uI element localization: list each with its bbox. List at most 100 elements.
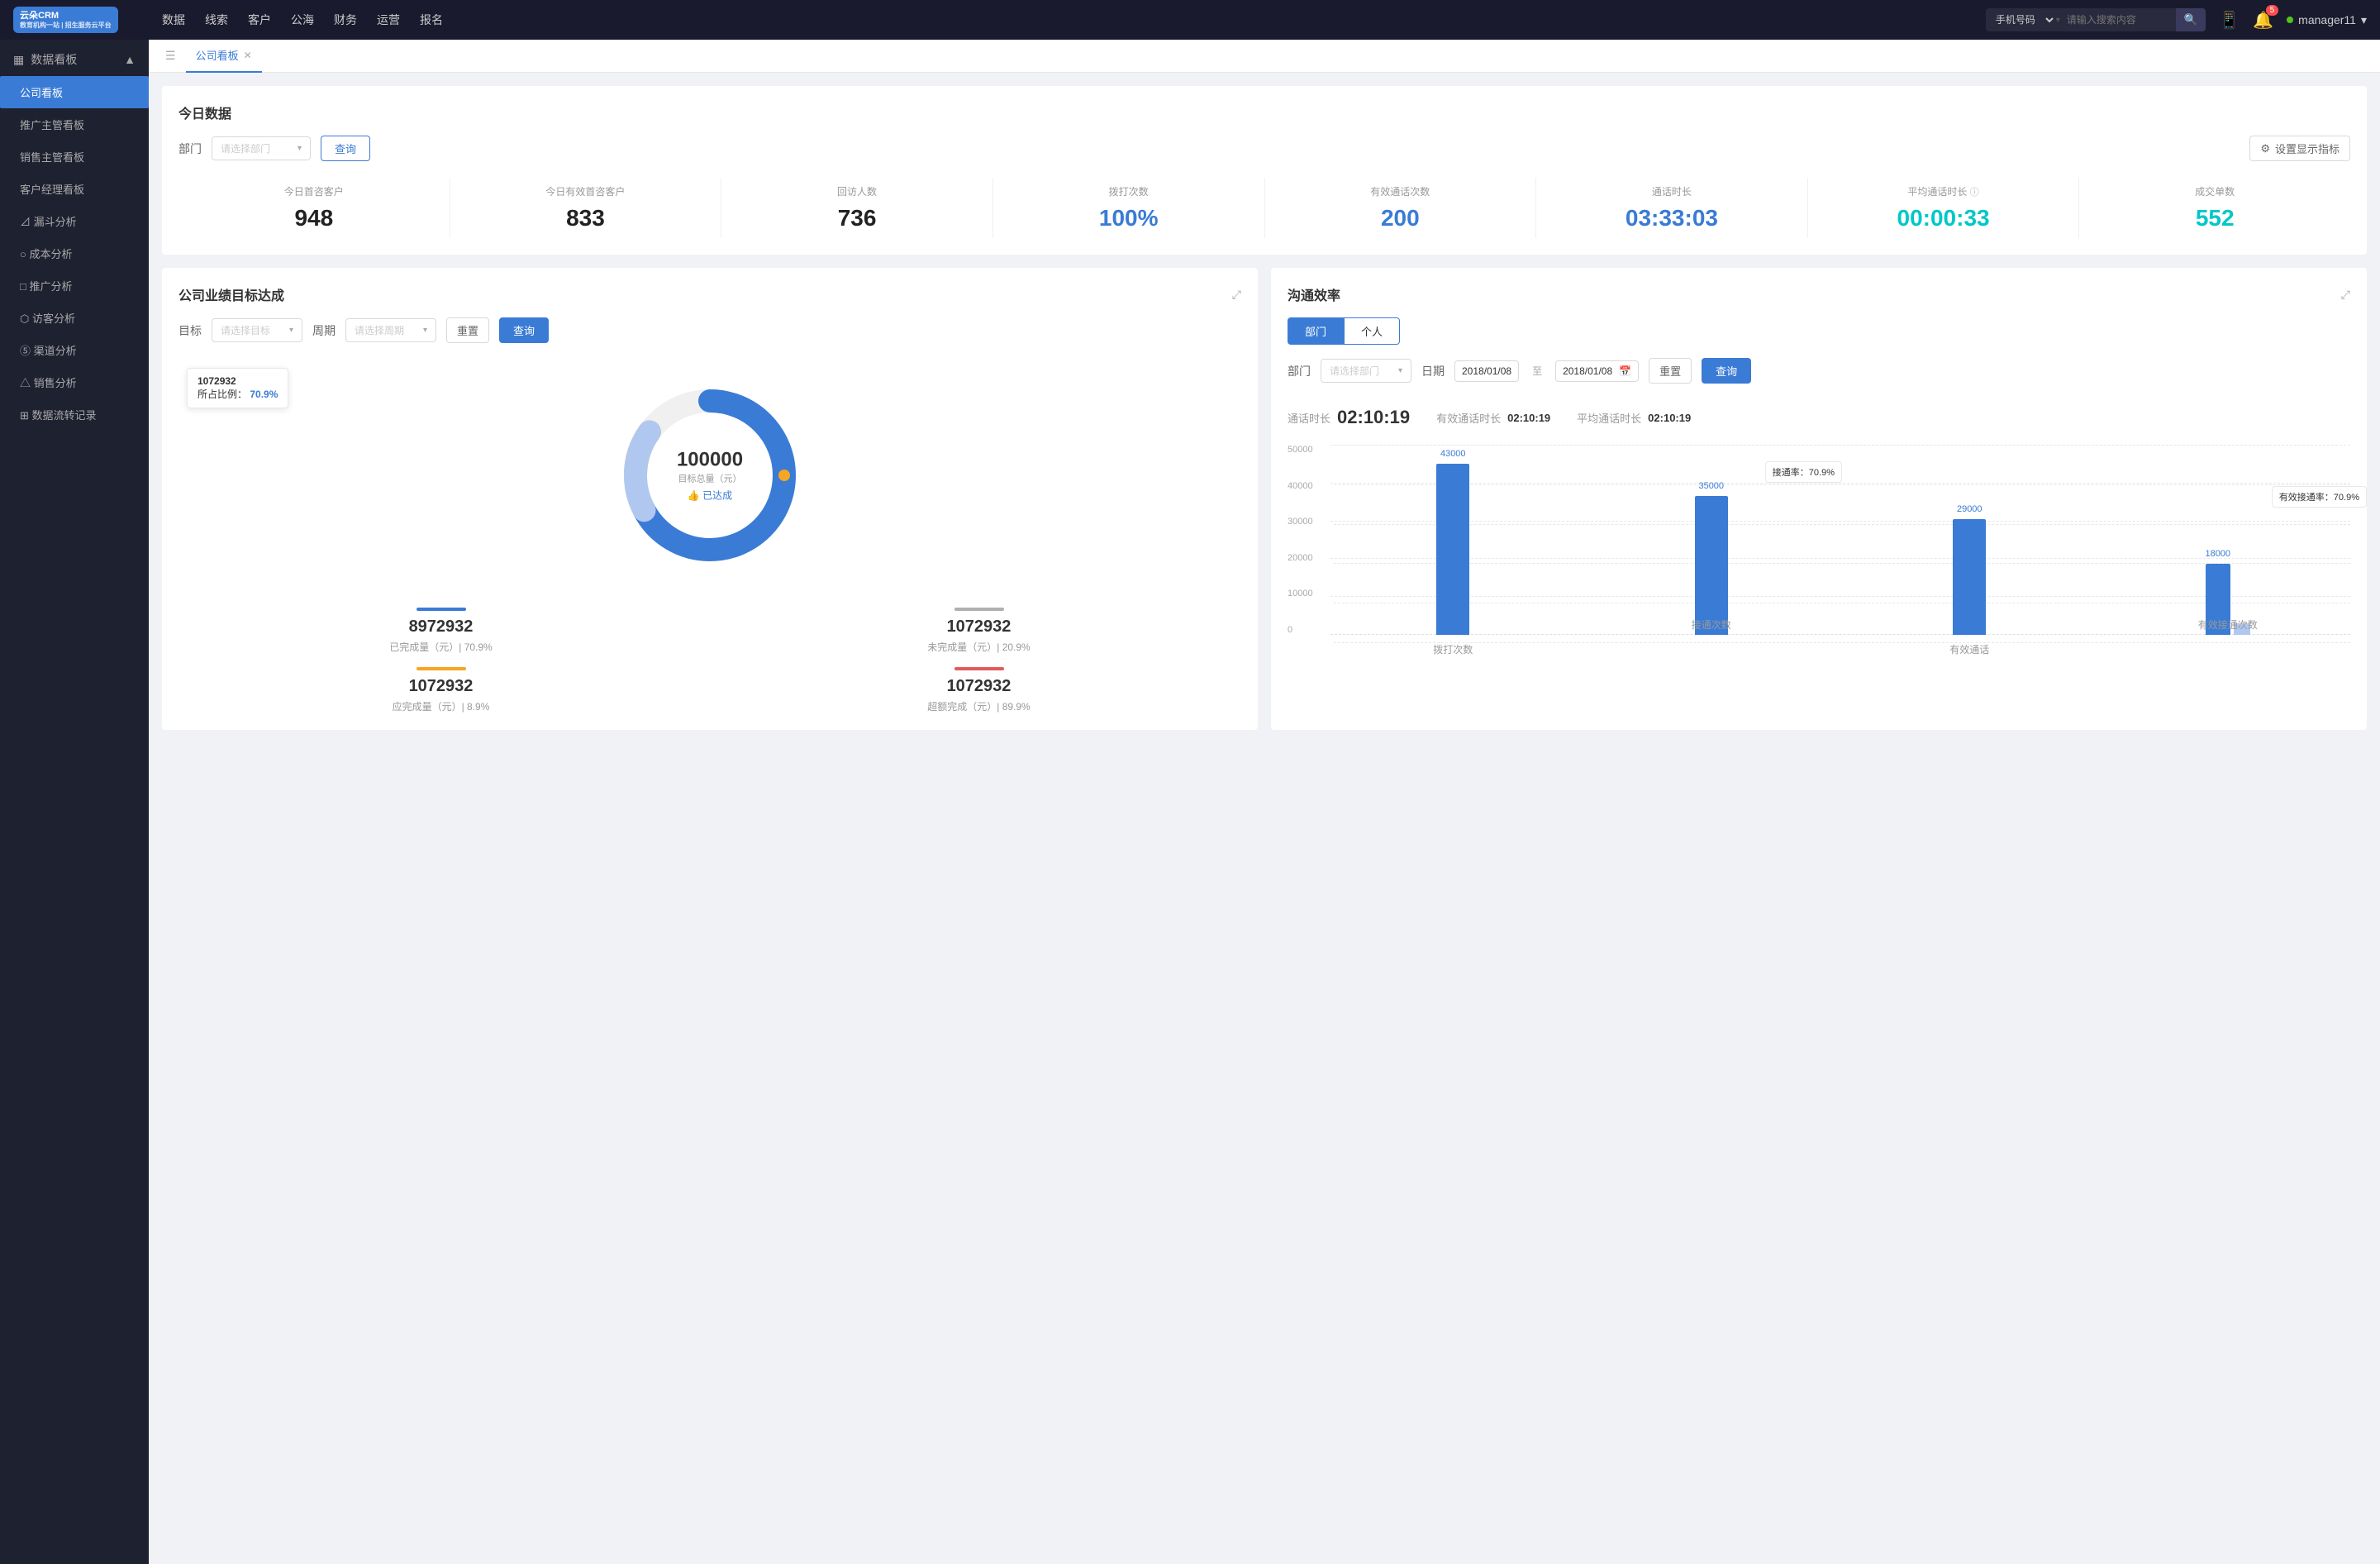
bar-xlabel-effective: 有效通话 (1949, 642, 1989, 656)
y-label-30000: 30000 (1288, 517, 1330, 527)
sidebar-item-cost[interactable]: ○ 成本分析 (0, 237, 149, 269)
goal-reset-btn[interactable]: 重置 (446, 317, 489, 343)
stat-sub-should: 应完成量（元）| 8.9% (178, 699, 703, 713)
nav-data[interactable]: 数据 (162, 8, 185, 31)
comm-date-from[interactable]: 2018/01/08 (1454, 360, 1519, 382)
bar-label-dial: 43000 (1440, 449, 1466, 459)
today-query-btn[interactable]: 查询 (321, 136, 370, 161)
donut-tooltip: 1072932 所占比例： 70.9% (187, 368, 288, 408)
comm-avg-duration: 平均通话时长 02:10:19 (1577, 410, 1691, 426)
two-column-layout: 公司业绩目标达成 ⤢ 目标 请选择目标 ▾ 周期 请选择周期 ▾ (162, 268, 2367, 730)
search-box: 手机号码 ▾ 🔍 (1986, 8, 2206, 31)
bar-xlabel-dial: 拨打次数 (1433, 642, 1473, 656)
today-title: 今日数据 (178, 103, 2350, 122)
donut-center: 100000 目标总量（元） 👍 已达成 (677, 449, 743, 503)
notification-icon[interactable]: 🔔 5 (2253, 10, 2273, 31)
bar-group-connect: 接通率：70.9% 35000 接通次数 (1589, 445, 1835, 635)
dept-select[interactable]: 请选择部门 ▾ (212, 136, 311, 160)
sidebar-item-account-board[interactable]: 客户经理看板 (0, 173, 149, 205)
stat-value-7: 552 (2079, 205, 2350, 231)
period-label: 周期 (312, 322, 336, 339)
stat-dial-count: 拨打次数 100% (993, 178, 1265, 238)
settings-display-btn[interactable]: ⚙ 设置显示指标 (2249, 136, 2350, 161)
today-section: 今日数据 部门 请选择部门 ▾ 查询 ⚙ 设置显示指标 (162, 86, 2367, 255)
stat-value-1: 833 (450, 205, 721, 231)
tab-company-board[interactable]: 公司看板 ✕ (186, 40, 262, 73)
goal-stat-over-complete: 1072932 超额完成（元）| 89.9% (716, 667, 1241, 713)
promotion-icon: □ (20, 280, 26, 293)
comm-bar-chart: 50000 40000 30000 20000 10000 0 (1288, 445, 2350, 676)
donut-container: 100000 目标总量（元） 👍 已达成 (611, 376, 809, 575)
tablet-icon[interactable]: 📱 (2219, 10, 2240, 31)
y-axis: 50000 40000 30000 20000 10000 0 (1288, 445, 1330, 660)
sidebar-item-data-flow[interactable]: ⊞ 数据流转记录 (0, 398, 149, 431)
comm-date-to[interactable]: 2018/01/08 📅 (1555, 360, 1639, 382)
stat-bar-completed (416, 608, 466, 611)
nav-public-sea[interactable]: 公海 (291, 8, 314, 31)
logo: 云朵CRM 教育机构一站 | 招生服务云平台 (13, 7, 162, 34)
annotation-connect: 接通率：70.9% (1765, 461, 1842, 483)
y-label-40000: 40000 (1288, 481, 1330, 491)
comm-dept-select[interactable]: 请选择部门 ▾ (1321, 359, 1411, 383)
tab-dept[interactable]: 部门 (1288, 317, 1344, 345)
stat-effective-calls: 有效通话次数 200 (1265, 178, 1537, 238)
sidebar-item-sales[interactable]: △ 销售分析 (0, 366, 149, 398)
stat-value-0: 948 (178, 205, 450, 231)
logo-subtitle: 教育机构一站 | 招生服务云平台 (20, 21, 112, 30)
tab-bar: ☰ 公司看板 ✕ (149, 40, 2380, 73)
nav-finance[interactable]: 财务 (334, 8, 357, 31)
tab-label: 公司看板 (196, 47, 239, 63)
sidebar-item-funnel[interactable]: ⊿ 漏斗分析 (0, 205, 149, 237)
y-label-50000: 50000 (1288, 445, 1330, 455)
comm-query-btn[interactable]: 查询 (1702, 358, 1751, 384)
search-button[interactable]: 🔍 (2176, 8, 2206, 31)
sales-icon: △ (20, 377, 31, 389)
sidebar-section-header[interactable]: ▦ 数据看板 ▲ (0, 40, 149, 76)
sidebar-collapse-icon[interactable]: ▲ (124, 53, 136, 66)
goal-query-btn[interactable]: 查询 (499, 317, 549, 343)
bar-chart-wrapper: 50000 40000 30000 20000 10000 0 (1288, 445, 2350, 660)
nav-items: 数据 线索 客户 公海 财务 运营 报名 (162, 8, 1986, 31)
sidebar-toggle-btn[interactable]: ☰ (162, 45, 179, 66)
sidebar-item-sales-board[interactable]: 销售主管看板 (0, 141, 149, 173)
stat-sub-incomplete: 未完成量（元）| 20.9% (716, 640, 1241, 654)
sidebar-item-company-board[interactable]: 公司看板 (0, 76, 149, 108)
stat-bar-should (416, 667, 466, 670)
sidebar: ▦ 数据看板 ▲ 公司看板 推广主管看板 销售主管看板 客户经理看板 ⊿ 漏斗分… (0, 40, 149, 1564)
sidebar-item-visitor[interactable]: ⬡ 访客分析 (0, 302, 149, 334)
period-select[interactable]: 请选择周期 ▾ (345, 318, 436, 342)
sidebar-item-promotion[interactable]: □ 推广分析 (0, 269, 149, 302)
tab-close-btn[interactable]: ✕ (244, 50, 252, 61)
comm-reset-btn[interactable]: 重置 (1649, 358, 1692, 384)
search-input[interactable] (2060, 11, 2176, 29)
goal-expand-icon[interactable]: ⤢ (1232, 288, 1241, 302)
stat-deals: 成交单数 552 (2079, 178, 2350, 238)
nav-operations[interactable]: 运营 (377, 8, 400, 31)
goal-section-header: 公司业绩目标达成 ⤢ (178, 284, 1241, 304)
tab-personal[interactable]: 个人 (1344, 317, 1400, 345)
sidebar-item-channel[interactable]: ⑤ 渠道分析 (0, 334, 149, 366)
stat-effective-consult: 今日有效首咨客户 833 (450, 178, 722, 238)
goal-select[interactable]: 请选择目标 ▾ (212, 318, 302, 342)
search-type-select[interactable]: 手机号码 (1986, 10, 2056, 30)
donut-achievement: 👍 已达成 (677, 489, 743, 503)
stat-sub-completed: 已完成量（元）| 70.9% (178, 640, 703, 654)
nav-enrollment[interactable]: 报名 (420, 8, 443, 31)
nav-customers[interactable]: 客户 (248, 8, 271, 31)
goal-title: 公司业绩目标达成 (178, 284, 284, 304)
donut-chart-area: 1072932 所占比例： 70.9% (178, 360, 1241, 591)
comm-title: 沟通效率 (1288, 284, 1340, 304)
stat-avg-duration: 平均通话时长 ⓘ 00:00:33 (1808, 178, 2080, 238)
stat-label-7: 成交单数 (2079, 184, 2350, 198)
comm-expand-icon[interactable]: ⤢ (2341, 288, 2350, 302)
nav-leads[interactable]: 线索 (205, 8, 228, 31)
sidebar-item-marketing-board[interactable]: 推广主管看板 (0, 108, 149, 141)
stat-revisit: 回访人数 736 (721, 178, 993, 238)
user-info[interactable]: manager11 ▾ (2287, 13, 2367, 27)
nav-right: 手机号码 ▾ 🔍 📱 🔔 5 manager11 ▾ (1986, 8, 2367, 31)
comm-call-duration-label: 通话时长 (1288, 410, 1330, 426)
goal-section: 公司业绩目标达成 ⤢ 目标 请选择目标 ▾ 周期 请选择周期 ▾ (162, 268, 1258, 730)
stat-sub-over: 超额完成（元）| 89.9% (716, 699, 1241, 713)
stat-value-4: 200 (1265, 205, 1536, 231)
goal-stat-should-complete: 1072932 应完成量（元）| 8.9% (178, 667, 703, 713)
